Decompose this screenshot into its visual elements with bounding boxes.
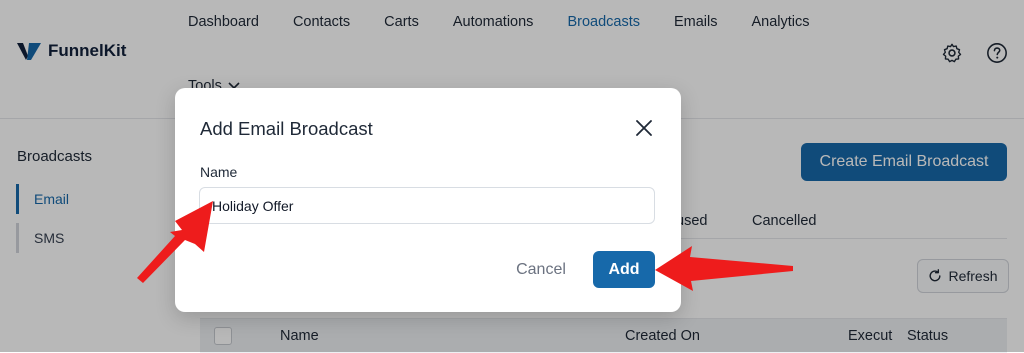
name-field-label: Name — [200, 164, 238, 180]
dialog-title: Add Email Broadcast — [200, 118, 373, 139]
cancel-button[interactable]: Cancel — [505, 252, 577, 288]
page: FunnelKit Dashboard Contacts Carts Autom… — [0, 0, 1024, 353]
close-icon[interactable] — [633, 117, 655, 139]
add-email-broadcast-dialog: Add Email Broadcast Name Cancel Add — [175, 88, 681, 312]
broadcast-name-input[interactable] — [199, 187, 655, 224]
add-button[interactable]: Add — [593, 251, 655, 288]
